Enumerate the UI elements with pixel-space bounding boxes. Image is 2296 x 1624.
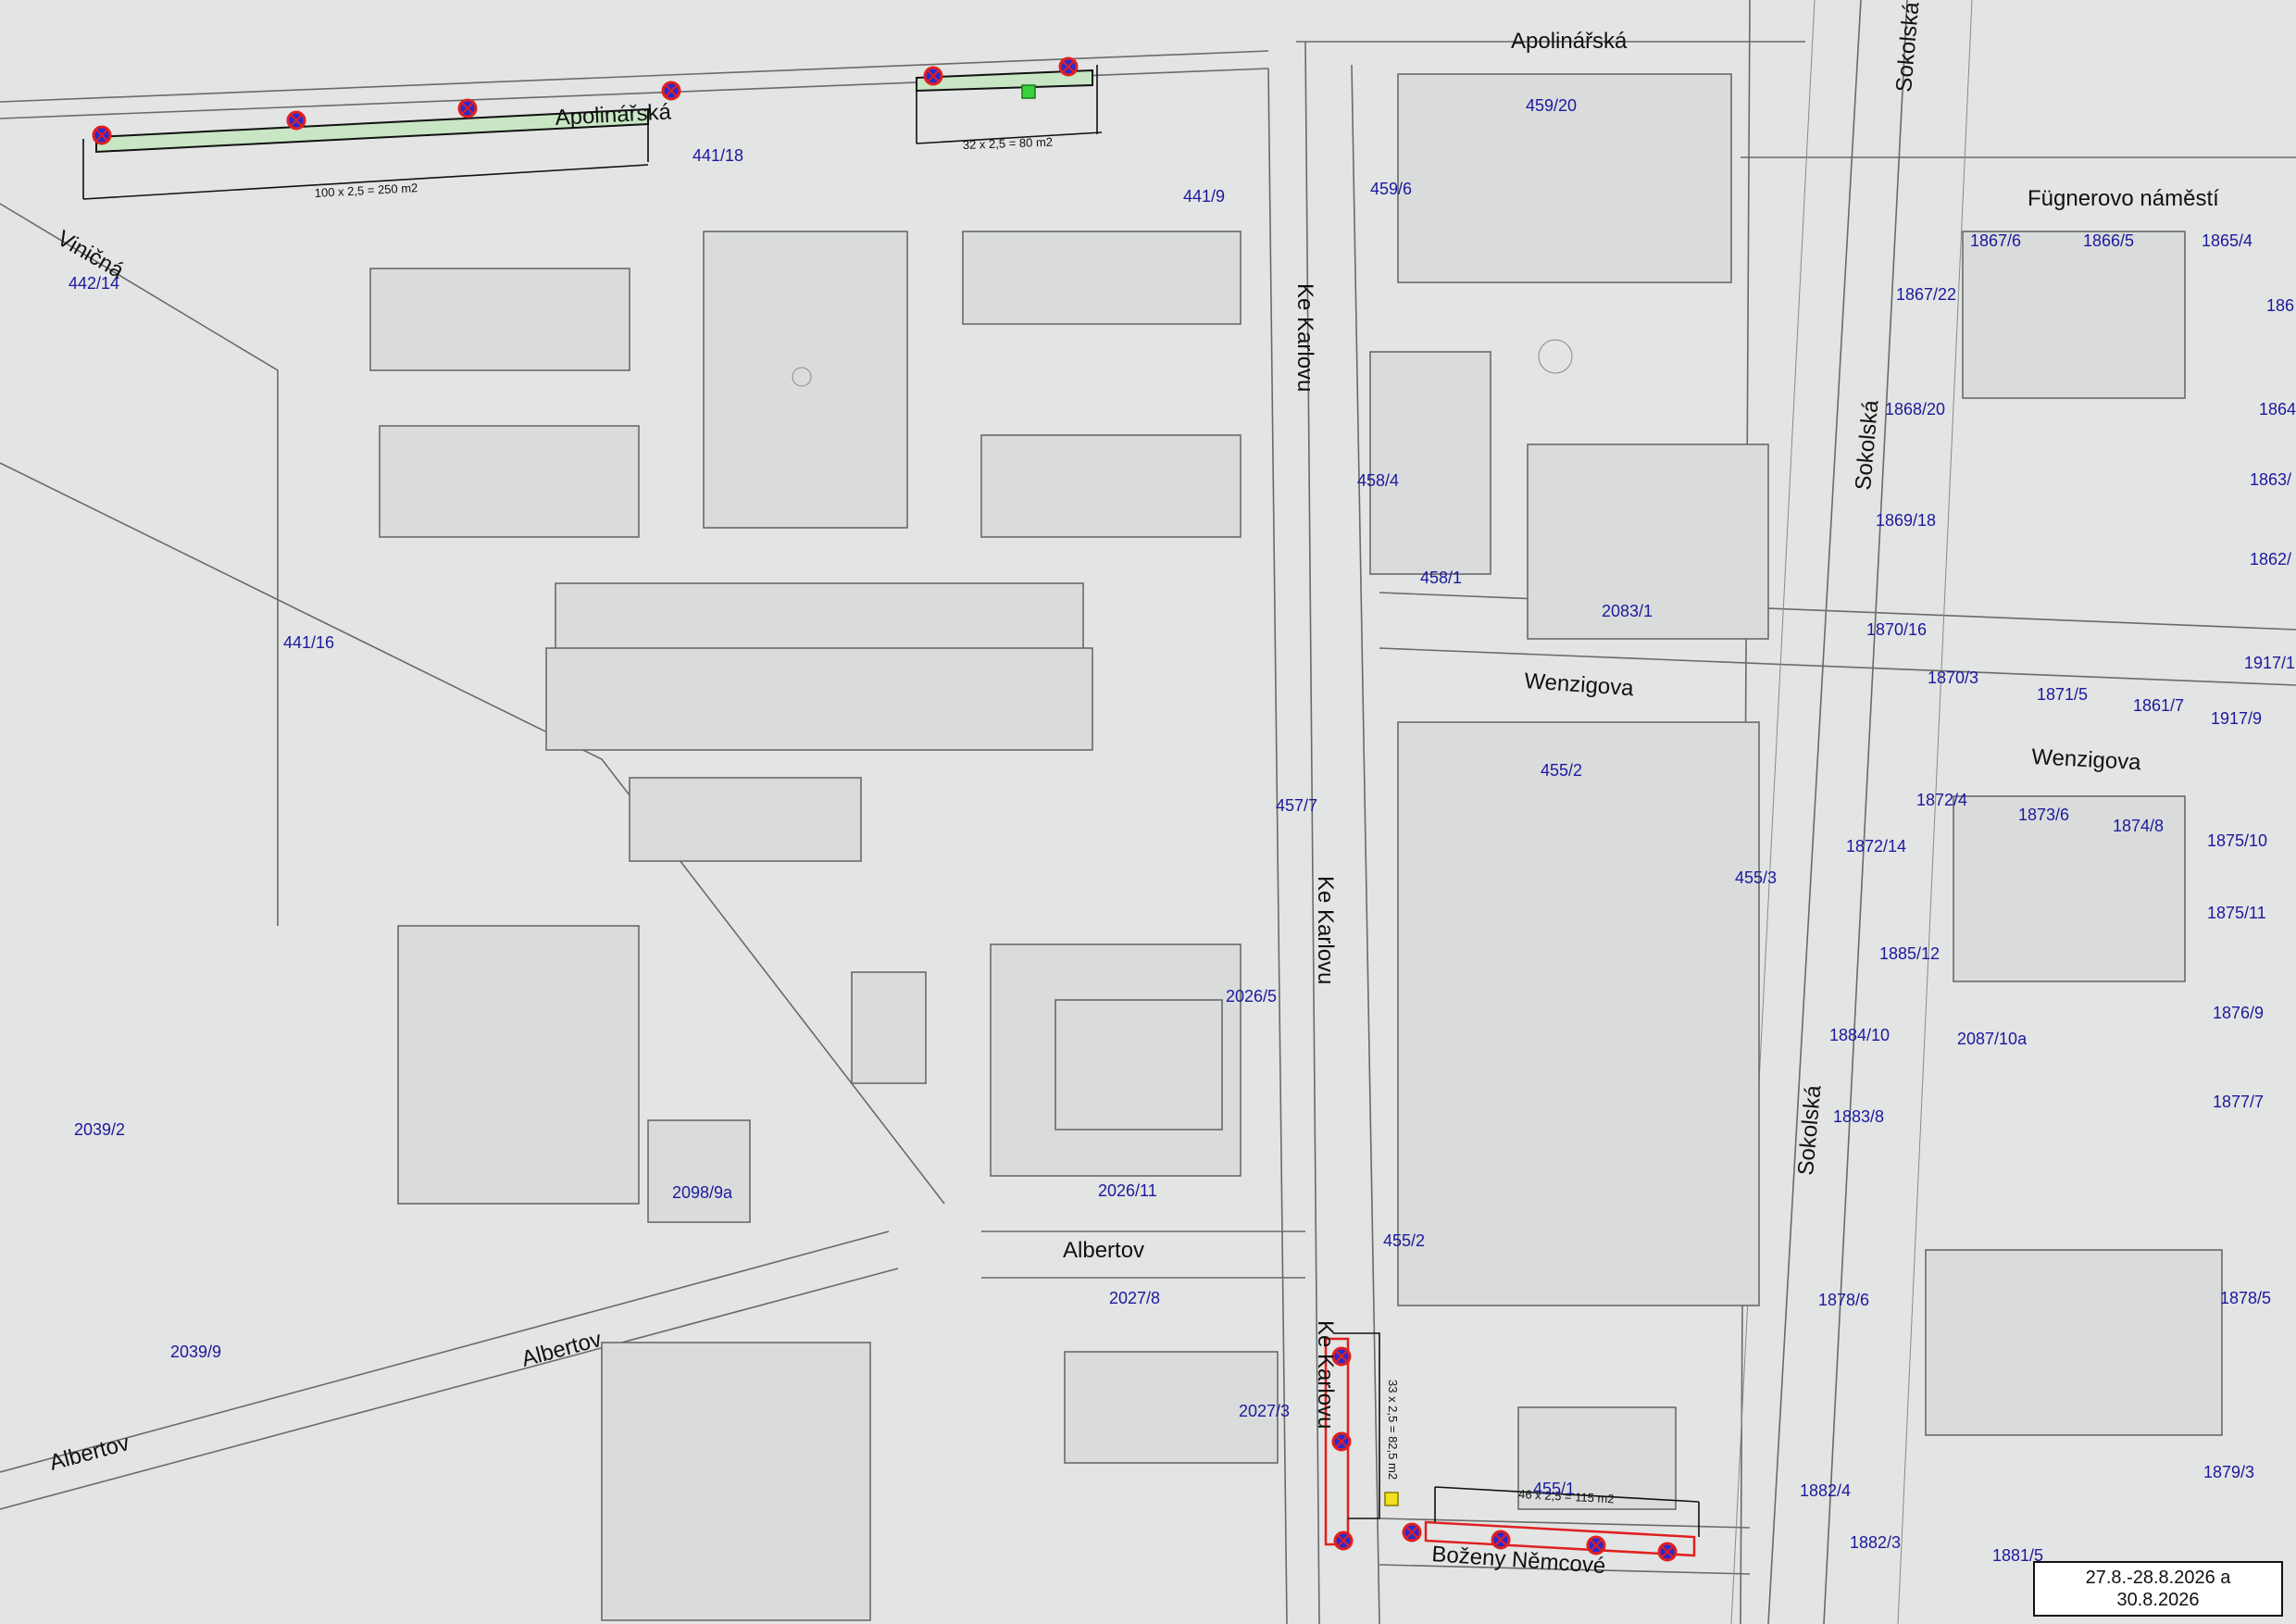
parcel-number: 1866/5 (2083, 231, 2134, 250)
parcel-number: 441/9 (1183, 187, 1225, 206)
no-parking-sign-icon (1402, 1522, 1422, 1543)
parcel-number: 1875/11 (2207, 904, 2266, 922)
parcel-number: 441/16 (283, 633, 334, 652)
parcel-number: 1867/6 (1970, 231, 2021, 250)
no-parking-sign-icon (661, 81, 681, 101)
parcel-number: 1882/3 (1850, 1533, 1901, 1552)
parcel-number: 1877/7 (2213, 1093, 2264, 1111)
parcel-number: 1872/4 (1916, 791, 1967, 809)
parcel-number: 1867/22 (1896, 285, 1956, 304)
parcel-number: 458/1 (1420, 568, 1462, 587)
parcel-number: 455/2 (1541, 761, 1582, 780)
zone-b-dimension: 32 x 2,5 = 80 m2 (963, 135, 1054, 152)
parcel-number: 1875/10 (2207, 831, 2267, 850)
parcel-number: 2098/9a (672, 1183, 733, 1202)
parcel-number: 1871/5 (2037, 685, 2088, 704)
parcel-number: 2027/8 (1109, 1289, 1160, 1307)
no-parking-sign-icon (286, 110, 306, 131)
parcel-number: 1917/1 (2244, 654, 2295, 672)
parcel-number: 458/4 (1357, 471, 1399, 490)
parcel-number: 1870/3 (1928, 668, 1978, 687)
legend-line-1: 27.8.-28.8.2026 a (2085, 1568, 2231, 1588)
no-parking-sign-icon (1331, 1431, 1352, 1452)
parcel-number: 2039/9 (170, 1343, 221, 1361)
legend-line-2: 30.8.2026 (2116, 1590, 2200, 1610)
street-label: Boženy Němcové (1431, 1542, 1607, 1579)
zone-b[interactable] (916, 65, 1103, 144)
parcel-number: 1876/9 (2213, 1004, 2264, 1022)
green-square-marker-icon (1021, 84, 1036, 99)
street-label: Albertov (1063, 1238, 1144, 1263)
street-label: Albertov (519, 1327, 605, 1372)
no-parking-sign-icon (1586, 1535, 1606, 1555)
parcel-number: 1917/9 (2211, 709, 2262, 728)
parcel-number: 2039/2 (74, 1120, 125, 1139)
parcel-number: 1864 (2259, 400, 2296, 418)
parcel-number: 1879/3 (2203, 1463, 2254, 1481)
parcel-number: 441/18 (693, 146, 743, 165)
parcel-number: 1874/8 (2113, 817, 2164, 835)
parcel-number: 455/2 (1383, 1231, 1425, 1250)
parcel-number: 1869/18 (1876, 511, 1936, 530)
street-label: Apolinářská (1511, 29, 1628, 54)
parcel-number: 2027/3 (1239, 1402, 1290, 1420)
parcel-number: 459/20 (1526, 96, 1577, 115)
parcel-number: 1863/ (2250, 470, 2291, 489)
street-label: Apolinářská (555, 99, 672, 131)
parcel-number: 2087/10a (1957, 1030, 2028, 1048)
street-label: Fügnerovo náměstí (2028, 186, 2219, 211)
parcel-number: 1862/ (2250, 550, 2291, 568)
parcel-number: 2026/5 (1226, 987, 1277, 1006)
zone-c-dimension: 33 x 2,5 = 82,5 m2 (1386, 1380, 1400, 1480)
parcel-number: 1884/10 (1829, 1026, 1890, 1044)
parcel-number: 457/7 (1276, 796, 1317, 815)
parcel-number: 1883/8 (1833, 1107, 1884, 1126)
date-legend: 27.8.-28.8.2026 a 30.8.2026 (2033, 1561, 2283, 1617)
parcel-number: 1861/7 (2133, 696, 2184, 715)
parcel-number: 1885/12 (1879, 944, 1940, 963)
parcel-number: 459/6 (1370, 180, 1412, 198)
no-parking-sign-icon (1657, 1542, 1678, 1562)
parcel-number: 1872/14 (1846, 837, 1906, 856)
street-label: Wenzigova (2031, 744, 2142, 775)
parcel-number: 2026/11 (1098, 1181, 1157, 1200)
yellow-square-marker-icon (1384, 1492, 1399, 1506)
parcel-number: 1878/5 (2220, 1289, 2271, 1307)
parcel-number: 1878/6 (1818, 1291, 1869, 1309)
no-parking-sign-icon (92, 125, 112, 145)
street-label: Ke Karlovu (1313, 1320, 1338, 1429)
parcel-number: 455/3 (1735, 868, 1777, 887)
parcel-number: 442/14 (69, 274, 119, 293)
parcel-number: 1868/20 (1885, 400, 1945, 418)
street-label: Sokolská (1851, 399, 1883, 492)
parcel-number: 455/1 (1533, 1480, 1575, 1498)
no-parking-sign-icon (1058, 56, 1079, 77)
no-parking-sign-icon (457, 98, 478, 119)
street-label: Wenzigova (1524, 668, 1636, 701)
cadastral-map: 100 x 2,5 = 250 m2 32 x 2,5 = 80 m2 33 x… (0, 0, 2296, 1624)
parcel-number: 1873/6 (2018, 806, 2069, 824)
street-label: Ke Karlovu (1313, 876, 1338, 984)
parcel-number: 1865/4 (2202, 231, 2252, 250)
parcel-number: 2083/1 (1602, 602, 1653, 620)
street-label: Ke Karlovu (1292, 283, 1317, 392)
street-label: Sokolská (1891, 1, 1924, 94)
no-parking-sign-icon (923, 66, 943, 86)
parcel-number: 1870/16 (1866, 620, 1927, 639)
no-parking-sign-icon (1333, 1530, 1354, 1551)
parcel-number: 1882/4 (1800, 1481, 1851, 1500)
parcel-number: 186 (2266, 296, 2294, 315)
street-label: Albertov (47, 1430, 132, 1476)
